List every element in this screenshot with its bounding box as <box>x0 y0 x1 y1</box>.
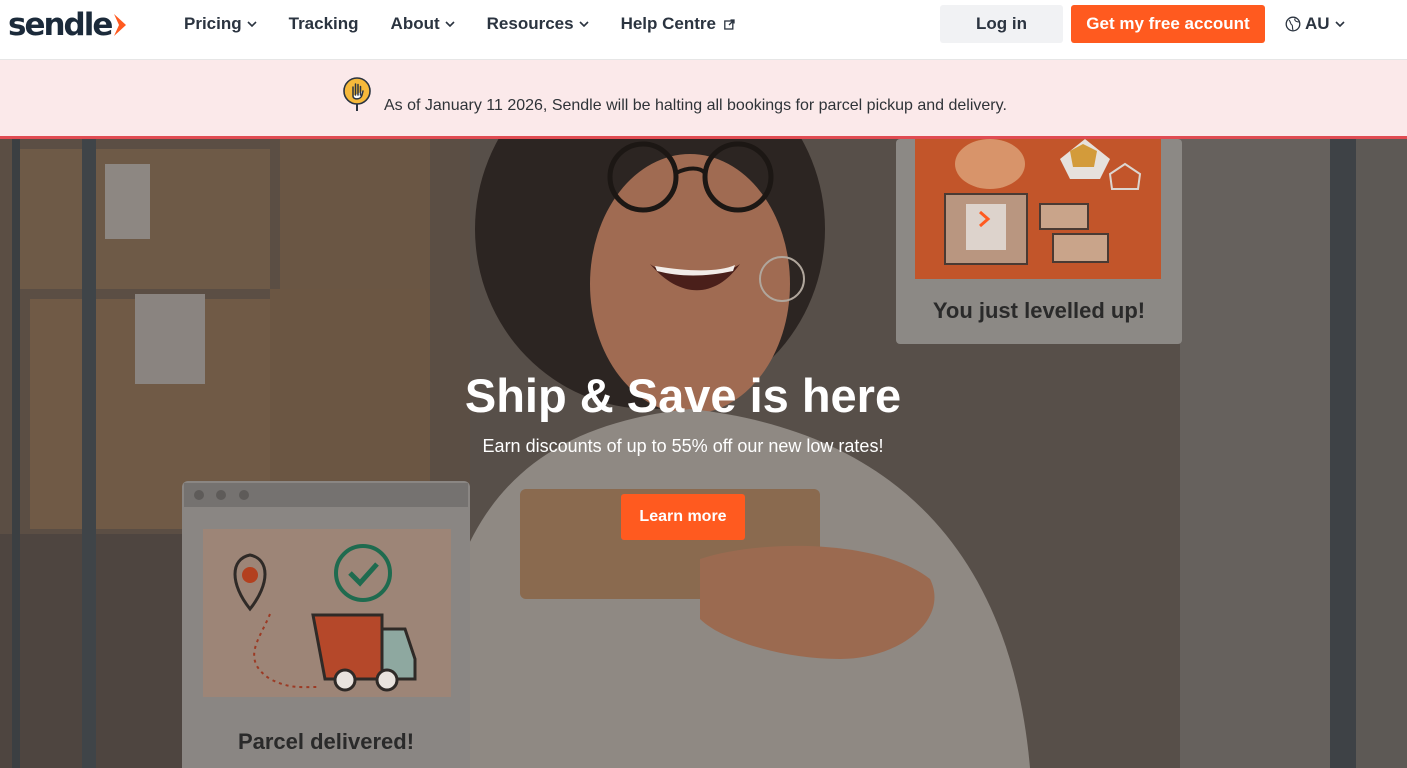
nav-item-label: Resources <box>486 14 574 33</box>
card-delivered-text: Parcel delivered! <box>238 729 414 754</box>
main-nav: Pricing Tracking About Resources Help Ce… <box>184 0 767 48</box>
signup-button[interactable]: Get my free account <box>1071 5 1265 43</box>
sendle-logo[interactable]: sendle <box>8 7 128 43</box>
hand-stop-icon <box>343 77 371 111</box>
globe-icon <box>1285 16 1301 32</box>
notice-banner: As of January 11 2026, Sendle will be ha… <box>0 60 1407 139</box>
hero-subtitle: Earn discounts of up to 55% off our new … <box>482 436 884 456</box>
logo-wordmark: sendle <box>8 7 113 43</box>
nav-item-tracking[interactable]: Tracking <box>289 14 359 34</box>
login-button[interactable]: Log in <box>940 5 1063 43</box>
chevron-down-icon <box>445 21 455 27</box>
card-levelled-text: You just levelled up! <box>933 298 1145 323</box>
hero-title: Ship & Save is here <box>464 369 902 422</box>
nav-item-pricing[interactable]: Pricing <box>184 14 257 34</box>
nav-item-label: Tracking <box>288 14 359 33</box>
nav-item-about[interactable]: About <box>391 14 455 34</box>
chevron-down-icon <box>579 21 589 27</box>
locale-label: AU <box>1305 14 1330 33</box>
chevron-down-icon <box>247 21 257 27</box>
external-link-icon <box>724 18 735 30</box>
nav-item-label: Help Centre <box>620 14 716 33</box>
nav-item-help-centre[interactable]: Help Centre <box>621 14 735 34</box>
notice-text: As of January 11 2026, Sendle will be ha… <box>384 97 1007 114</box>
logo-chevron-icon <box>114 14 127 36</box>
locale-selector[interactable]: AU <box>1285 5 1345 43</box>
learn-more-button[interactable]: Learn more <box>621 494 745 540</box>
chevron-down-icon <box>1334 21 1345 27</box>
nav-item-resources[interactable]: Resources <box>487 14 589 34</box>
hero-section: You just levelled up! Parcel delivered! … <box>0 139 1407 768</box>
nav-item-label: About <box>390 14 440 33</box>
site-header: sendle Pricing Tracking About Resources … <box>0 0 1407 60</box>
nav-item-label: Pricing <box>184 14 242 33</box>
